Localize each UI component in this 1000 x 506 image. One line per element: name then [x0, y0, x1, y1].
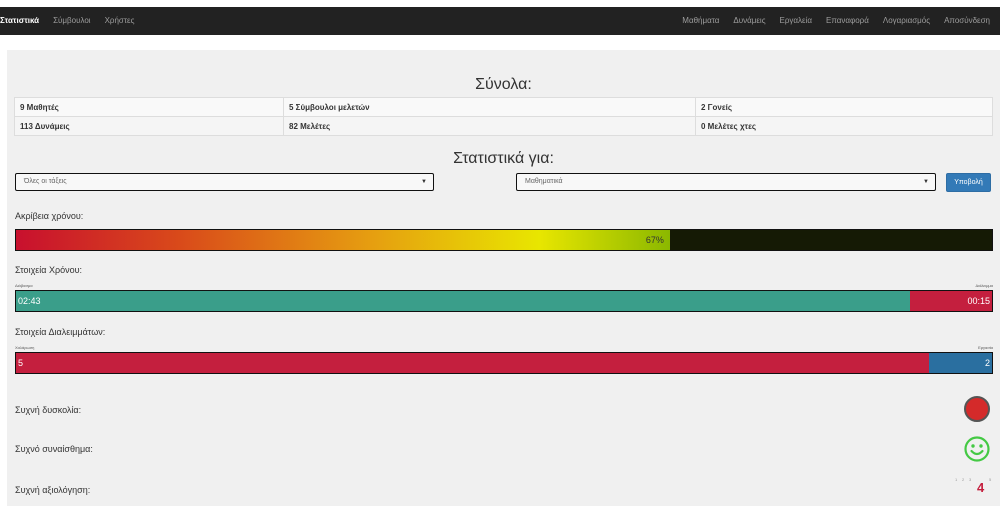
total-studies: 82 Μελέτες: [283, 116, 696, 136]
subject-select-value: Μαθηματικά: [525, 178, 563, 185]
total-students: 9 Μαθητές: [14, 97, 284, 117]
frequent-difficulty-label: Συχνή δυσκολία:: [15, 405, 82, 415]
nav-left-group: Στατιστικά Σύμβουλοι Χρήστες: [0, 7, 141, 35]
time-accuracy-fill: [16, 230, 670, 250]
class-select[interactable]: Όλες οι τάξεις ▼: [15, 173, 434, 191]
relax-caption: Χαλάρωση: [15, 345, 35, 350]
nav-tools[interactable]: Εργαλεία: [773, 7, 819, 35]
nav-statistics[interactable]: Στατιστικά: [0, 7, 46, 35]
study-time-value: 02:43: [18, 296, 41, 306]
rating-3: 3: [969, 477, 972, 482]
time-accuracy-label: Ακρίβεια χρόνου:: [15, 211, 84, 221]
table-row: 9 Μαθητές 5 Σύμβουλοι μελετών 2 Γονείς: [14, 97, 993, 117]
rating-1: 1: [955, 477, 958, 482]
difficulty-circle-icon: [964, 396, 990, 422]
work-value: 2: [984, 358, 990, 368]
nav-users[interactable]: Χρήστες: [98, 7, 142, 35]
totals-table: 9 Μαθητές 5 Σύμβουλοι μελετών 2 Γονείς 1…: [14, 97, 993, 136]
chevron-down-icon: ▼: [923, 179, 929, 185]
break-data-label: Στοιχεία Διαλειμμάτων:: [15, 327, 106, 337]
nav-lessons[interactable]: Μαθήματα: [675, 7, 726, 35]
frequent-emotion-label: Συχνό συναίσθημα:: [15, 444, 93, 454]
time-accuracy-value: 67%: [645, 235, 664, 245]
totals-heading: Σύνολα:: [475, 76, 532, 93]
time-data-bar: 02:43 00:15: [15, 290, 993, 312]
break-data-bar: 5 2: [15, 352, 993, 374]
frequent-rating-label: Συχνή αξιολόγηση:: [15, 485, 91, 495]
nav-powers[interactable]: Δυνάμεις: [726, 7, 772, 35]
relax-value: 5: [18, 358, 24, 368]
study-time-fill: [16, 291, 911, 311]
total-advisors: 5 Σύμβουλοι μελετών: [283, 97, 696, 117]
submit-button[interactable]: Υποβολή: [946, 173, 991, 192]
relax-fill: [16, 353, 929, 373]
rating-selected: 4: [977, 480, 985, 495]
smile-icon: [964, 436, 990, 462]
study-caption: Διάβασμα: [15, 283, 33, 288]
subject-select[interactable]: Μαθηματικά ▼: [516, 173, 936, 191]
nav-reset[interactable]: Επαναφορά: [819, 7, 876, 35]
rating-2: 2: [962, 477, 965, 482]
nav-account[interactable]: Λογαριασμός: [876, 7, 937, 35]
break-caption: Διάλειμμα: [975, 283, 993, 288]
table-row: 113 Δυνάμεις 82 Μελέτες 0 Μελέτες χτες: [14, 116, 993, 136]
stats-panel: Σύνολα: 9 Μαθητές 5 Σύμβουλοι μελετών 2 …: [7, 50, 1000, 506]
work-caption: Εργασία: [978, 345, 993, 350]
stats-heading: Στατιστικά για:: [453, 150, 554, 167]
total-powers: 113 Δυνάμεις: [14, 116, 284, 136]
studies-yesterday: 0 Μελέτες χτες: [695, 116, 993, 136]
nav-advisors[interactable]: Σύμβουλοι: [46, 7, 97, 35]
time-accuracy-bar: 67%: [15, 229, 993, 251]
nav-logout[interactable]: Αποσύνδεση: [937, 7, 1000, 35]
rating-display: 1 2 3 4 5: [955, 475, 995, 497]
top-navbar: Στατιστικά Σύμβουλοι Χρήστες Μαθήματα Δυ…: [0, 7, 1000, 35]
nav-right-group: Μαθήματα Δυνάμεις Εργαλεία Επαναφορά Λογ…: [675, 7, 1000, 35]
break-time-value: 00:15: [967, 296, 990, 306]
rating-5: 5: [989, 477, 992, 482]
time-data-label: Στοιχεία Χρόνου:: [15, 265, 83, 275]
total-parents: 2 Γονείς: [695, 97, 993, 117]
chevron-down-icon: ▼: [421, 179, 427, 185]
class-select-value: Όλες οι τάξεις: [24, 178, 67, 185]
